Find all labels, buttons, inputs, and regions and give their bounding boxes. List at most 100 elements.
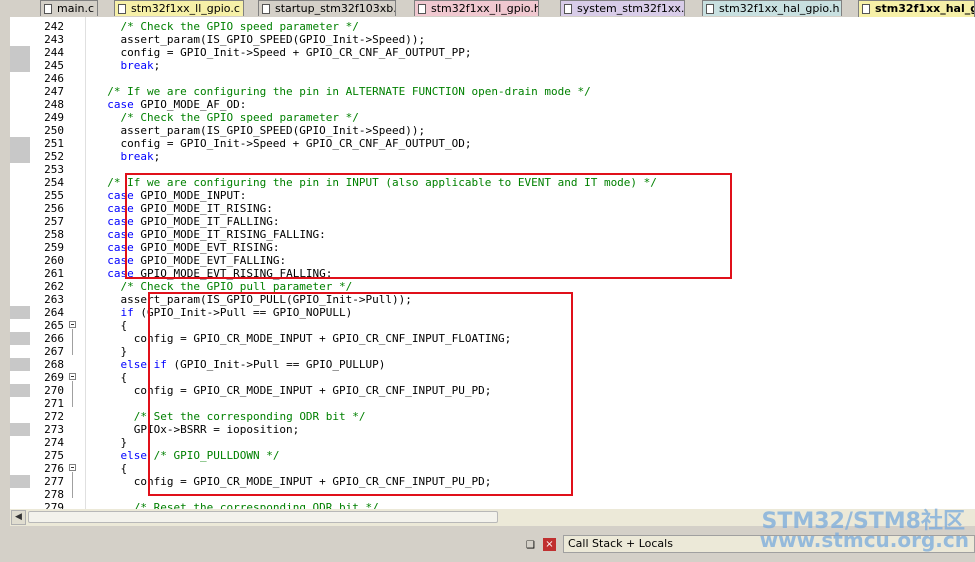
executable-line-marker[interactable] (10, 150, 30, 163)
highlight-box-pull-config (148, 292, 573, 496)
file-icon (118, 4, 126, 14)
breakpoint-area[interactable] (10, 449, 30, 462)
executable-line-marker[interactable] (10, 306, 30, 319)
fold-guide (72, 381, 73, 407)
tab-main-c[interactable]: main.c (40, 0, 98, 16)
tab-startup-stm32f103xb-s[interactable]: startup_stm32f103xb.s (258, 0, 396, 16)
line-number: 268 (44, 358, 64, 371)
breakpoint-area[interactable] (10, 345, 30, 358)
line-number: 260 (44, 254, 64, 267)
breakpoint-area[interactable] (10, 501, 30, 509)
breakpoint-area[interactable] (10, 410, 30, 423)
executable-line-marker[interactable] (10, 384, 30, 397)
code-line[interactable]: 244 config = GPIO_Init->Speed + GPIO_CR_… (10, 46, 975, 59)
breakpoint-area[interactable] (10, 33, 30, 46)
breakpoint-area[interactable] (10, 124, 30, 137)
breakpoint-area[interactable] (10, 293, 30, 306)
code-line[interactable]: 251 config = GPIO_Init->Speed + GPIO_CR_… (10, 137, 975, 150)
line-number: 277 (44, 475, 64, 488)
tab-stm32f1xx-hal-gpi[interactable]: stm32f1xx_hal_gpi (858, 0, 975, 17)
tab-label: startup_stm32f103xb.s (275, 2, 396, 15)
breakpoint-area[interactable] (10, 163, 30, 176)
line-number: 266 (44, 332, 64, 345)
code-line[interactable]: 245 break; (10, 59, 975, 72)
line-number: 272 (44, 410, 64, 423)
code-line[interactable]: 252 break; (10, 150, 975, 163)
breakpoint-area[interactable] (10, 111, 30, 124)
line-number: 259 (44, 241, 64, 254)
scroll-left-icon[interactable]: ◀ (11, 510, 26, 525)
breakpoint-area[interactable] (10, 202, 30, 215)
highlight-box-input-cases (125, 173, 732, 279)
close-icon[interactable]: × (543, 538, 556, 551)
breakpoint-area[interactable] (10, 20, 30, 33)
line-number: 253 (44, 163, 64, 176)
scrollbar-thumb[interactable] (28, 511, 498, 523)
executable-line-marker[interactable] (10, 137, 30, 150)
breakpoint-area[interactable] (10, 436, 30, 449)
executable-line-marker[interactable] (10, 423, 30, 436)
line-number: 261 (44, 267, 64, 280)
tab-label: system_stm32f1xx.c (577, 2, 685, 15)
executable-line-marker[interactable] (10, 475, 30, 488)
breakpoint-area[interactable] (10, 397, 30, 410)
executable-line-marker[interactable] (10, 332, 30, 345)
code-line[interactable]: 249 /* Check the GPIO speed parameter */ (10, 111, 975, 124)
breakpoint-area[interactable] (10, 319, 30, 332)
line-number: 276 (44, 462, 64, 475)
line-number: 269 (44, 371, 64, 384)
line-number: 244 (44, 46, 64, 59)
fold-toggle-icon[interactable] (69, 464, 76, 471)
code-line[interactable]: 242 /* Check the GPIO speed parameter */ (10, 20, 975, 33)
line-number: 254 (44, 176, 64, 189)
breakpoint-area[interactable] (10, 267, 30, 280)
line-number: 263 (44, 293, 64, 306)
breakpoint-area[interactable] (10, 215, 30, 228)
tab-system-stm32f1xx-c[interactable]: system_stm32f1xx.c (560, 0, 685, 16)
breakpoint-area[interactable] (10, 488, 30, 501)
line-number: 256 (44, 202, 64, 215)
code-text: config = GPIO_Init->Speed + GPIO_CR_CNF_… (94, 137, 472, 150)
code-text: /* Reset the corresponding ODR bit */ (133, 501, 379, 509)
executable-line-marker[interactable] (10, 59, 30, 72)
fold-toggle-icon[interactable] (69, 373, 76, 380)
executable-line-marker[interactable] (10, 358, 30, 371)
breakpoint-area[interactable] (10, 241, 30, 254)
code-text: break; (120, 150, 161, 163)
fold-guide (72, 329, 73, 355)
line-number: 274 (44, 436, 64, 449)
pin-icon[interactable]: ❑ (526, 540, 535, 551)
code-line[interactable]: 248 case GPIO_MODE_AF_OD: (10, 98, 975, 111)
code-line[interactable]: 243 assert_param(IS_GPIO_SPEED(GPIO_Init… (10, 33, 975, 46)
breakpoint-area[interactable] (10, 85, 30, 98)
breakpoint-area[interactable] (10, 98, 30, 111)
executable-line-marker[interactable] (10, 46, 30, 59)
code-line[interactable]: 246 (10, 72, 975, 85)
code-text: config = GPIO_Init->Speed + GPIO_CR_CNF_… (94, 46, 472, 59)
file-icon (564, 4, 572, 14)
line-number: 270 (44, 384, 64, 397)
tab-stm32f1xx-hal-gpio-h[interactable]: stm32f1xx_hal_gpio.h (702, 0, 842, 16)
breakpoint-area[interactable] (10, 176, 30, 189)
fold-toggle-icon[interactable] (69, 321, 76, 328)
breakpoint-area[interactable] (10, 371, 30, 384)
code-text: assert_param(IS_GPIO_SPEED(GPIO_Init->Sp… (94, 124, 426, 137)
code-text: /* Check the GPIO speed parameter */ (120, 111, 359, 124)
breakpoint-area[interactable] (10, 462, 30, 475)
tab-stm32f1xx-ll-gpio-c[interactable]: stm32f1xx_ll_gpio.c (114, 0, 244, 16)
code-line[interactable]: 247 /* If we are configuring the pin in … (10, 85, 975, 98)
line-number: 251 (44, 137, 64, 150)
breakpoint-area[interactable] (10, 280, 30, 293)
code-text: /* If we are configuring the pin in ALTE… (107, 85, 591, 98)
line-number: 252 (44, 150, 64, 163)
tab-stm32f1xx-ll-gpio-h[interactable]: stm32f1xx_ll_gpio.h (414, 0, 539, 16)
breakpoint-area[interactable] (10, 72, 30, 85)
code-line[interactable]: 250 assert_param(IS_GPIO_SPEED(GPIO_Init… (10, 124, 975, 137)
breakpoint-area[interactable] (10, 228, 30, 241)
editor-tab-bar: main.c stm32f1xx_ll_gpio.c startup_stm32f1… (0, 0, 975, 18)
breakpoint-area[interactable] (10, 254, 30, 267)
line-number: 258 (44, 228, 64, 241)
tab-label: stm32f1xx_ll_gpio.h (431, 2, 539, 15)
line-number: 271 (44, 397, 64, 410)
breakpoint-area[interactable] (10, 189, 30, 202)
